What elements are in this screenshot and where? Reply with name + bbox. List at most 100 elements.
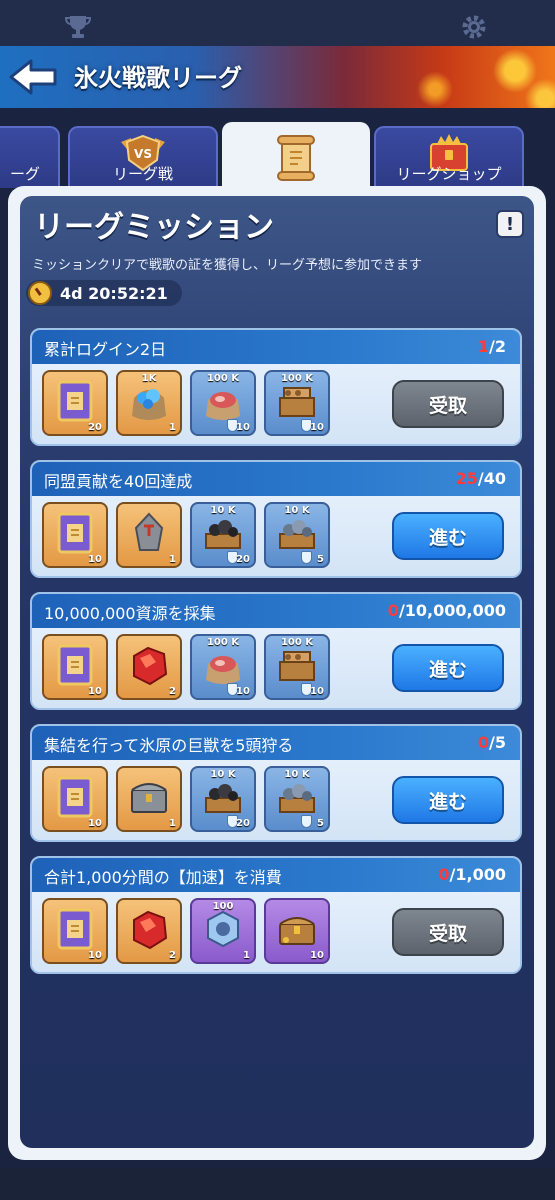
reward-slot[interactable]: 10 (42, 502, 108, 568)
reward-slot[interactable]: 10 K 20 (190, 502, 256, 568)
mission-card-header: 累計ログイン2日 1/2 (32, 330, 520, 364)
reward-slot[interactable]: 10 K 5 (264, 502, 330, 568)
go-button[interactable]: 進む (392, 644, 504, 692)
gear-icon[interactable] (461, 14, 487, 40)
back-button[interactable] (6, 54, 60, 100)
reward-quantity: 10 (88, 686, 102, 697)
reward-quantity: 10 (310, 422, 324, 433)
league-token-icon (53, 378, 97, 428)
info-button[interactable]: ! (496, 210, 524, 238)
meat-bag-icon (200, 642, 246, 692)
tab-label: ーグ (9, 165, 40, 183)
reward-slot[interactable]: 10 (42, 634, 108, 700)
reward-slot[interactable]: 2 (116, 634, 182, 700)
reward-slot[interactable]: 100 K 10 (190, 370, 256, 436)
mission-progress: 0/10,000,000 (388, 601, 506, 620)
gem-bag-icon (126, 378, 172, 428)
reward-amount: 100 K (206, 637, 240, 648)
mission-card-header: 10,000,000資源を採集 0/10,000,000 (32, 594, 520, 628)
reward-slot[interactable]: 100 1 (190, 898, 256, 964)
mission-title: 累計ログイン2日 (44, 340, 167, 359)
trophy-icon[interactable] (64, 14, 92, 40)
reward-slot[interactable]: 1 (116, 502, 182, 568)
reward-slot[interactable]: 100 K 10 (264, 634, 330, 700)
tab-label: リーグショップ (396, 165, 502, 183)
iron-crate-icon (274, 510, 320, 560)
reward-slot[interactable]: 10 K 20 (190, 766, 256, 832)
reward-amount: 10 K (284, 769, 310, 780)
reward-slot[interactable]: 10 (42, 766, 108, 832)
mission-title: 同盟貢献を40回達成 (44, 472, 193, 491)
tab-league-battle[interactable]: VS リーグ戦 (68, 126, 218, 188)
iron-crate-icon (274, 774, 320, 824)
go-button[interactable]: 進む (392, 776, 504, 824)
tab-label: リーグ戦 (112, 165, 173, 183)
mission-progress: 25/40 (456, 469, 506, 488)
progress-total: /10,000,000 (398, 601, 506, 620)
wood-crate-icon (274, 378, 320, 428)
reward-amount: 100 K (280, 637, 314, 648)
reward-amount: 1K (141, 373, 157, 384)
mission-panel-content: リーグミッション ! ミッションクリアで戦歌の証を獲得し、リーグ予想に参加できま… (20, 196, 534, 1148)
progress-total: /5 (489, 733, 506, 752)
panel-subtitle: ミッションクリアで戦歌の証を獲得し、リーグ予想に参加できます (32, 258, 423, 273)
reward-amount: 10 K (210, 769, 236, 780)
wood-crate-icon (274, 642, 320, 692)
reward-slot[interactable]: 1 (116, 766, 182, 832)
scroll-icon (277, 135, 315, 181)
tab-previous[interactable]: ーグ (0, 126, 60, 188)
reward-quantity: 10 (88, 554, 102, 565)
reward-slot[interactable]: 20 (42, 370, 108, 436)
reward-amount: 10 K (284, 505, 310, 516)
mission-card: 集結を行って氷原の巨獣を5頭狩る 0/5 10 1 10 K 20 10 K 5 進む (30, 724, 522, 842)
reward-quantity: 1 (169, 422, 176, 433)
reward-quantity: 10 (310, 686, 324, 697)
mission-card: 合計1,000分間の【加速】を消費 0/1,000 10 2 100 1 10 受取 (30, 856, 522, 974)
mission-title: 10,000,000資源を採集 (44, 604, 216, 623)
league-token-icon (53, 906, 97, 956)
reward-quantity: 20 (236, 818, 250, 829)
tab-league-mission[interactable] (222, 122, 370, 192)
hex-nut-icon (200, 906, 246, 956)
reward-slot[interactable]: 10 (264, 898, 330, 964)
red-crystal-icon (126, 642, 172, 692)
reward-quantity: 5 (317, 818, 324, 829)
reward-slot[interactable]: 10 K 5 (264, 766, 330, 832)
reward-quantity: 10 (310, 950, 324, 961)
coal-crate-icon (200, 774, 246, 824)
league-token-icon (53, 642, 97, 692)
top-status-bar (0, 0, 555, 52)
reward-slot[interactable]: 10 (42, 898, 108, 964)
reward-slot[interactable]: 100 K 10 (190, 634, 256, 700)
progress-current: 25 (455, 469, 478, 488)
claim-button[interactable]: 受取 (392, 380, 504, 428)
reward-slot[interactable]: 2 (116, 898, 182, 964)
league-token-icon (53, 774, 97, 824)
progress-total: /40 (477, 469, 506, 488)
page-title: 氷火戦歌リーグ (74, 64, 242, 92)
reward-quantity: 1 (243, 950, 250, 961)
reward-quantity: 1 (169, 554, 176, 565)
mission-title: 集結を行って氷原の巨獣を5頭狩る (44, 736, 294, 755)
reward-quantity: 10 (88, 818, 102, 829)
mission-card-header: 集結を行って氷原の巨獣を5頭狩る 0/5 (32, 726, 520, 760)
shield-icon (301, 551, 312, 564)
go-button[interactable]: 進む (392, 512, 504, 560)
claim-button[interactable]: 受取 (392, 908, 504, 956)
reward-slot[interactable]: 1K 1 (116, 370, 182, 436)
league-token-icon (53, 510, 97, 560)
mission-card: 10,000,000資源を採集 0/10,000,000 10 2 100 K 10 100… (30, 592, 522, 710)
reward-slot[interactable]: 100 K 10 (264, 370, 330, 436)
tab-league-shop[interactable]: リーグショップ (374, 126, 524, 188)
shield-icon (301, 815, 312, 828)
reward-quantity: 2 (169, 686, 176, 697)
svg-text:VS: VS (134, 147, 152, 161)
panel-title: リーグミッション (34, 210, 274, 245)
reward-quantity: 20 (236, 554, 250, 565)
treasure-chest-icon (274, 906, 320, 956)
bottom-bar (0, 1168, 555, 1200)
reward-quantity: 20 (88, 422, 102, 433)
clock-icon (28, 281, 52, 305)
mission-card-header: 合計1,000分間の【加速】を消費 0/1,000 (32, 858, 520, 892)
reward-amount: 100 K (280, 373, 314, 384)
